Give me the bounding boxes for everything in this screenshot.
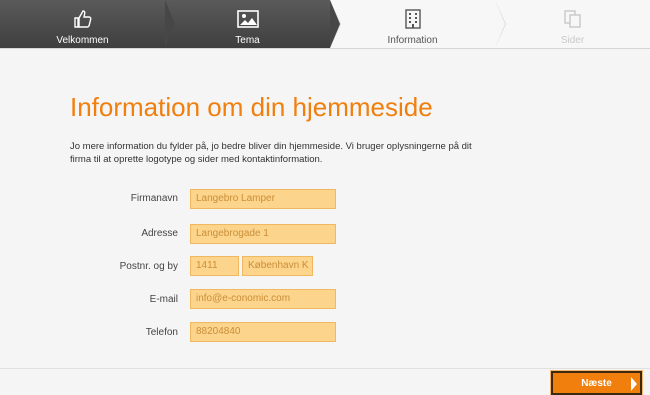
step-separator [495,0,505,48]
company-field[interactable]: Langebro Lamper [190,189,336,209]
image-icon [236,8,259,30]
step-label: Information [387,35,438,46]
arrow-right-icon [631,377,637,391]
step-sider[interactable]: Sider [495,0,650,48]
thumbs-up-icon [72,8,94,30]
address-field[interactable]: Langebrogade 1 [190,224,336,244]
step-label: Tema [235,35,260,46]
building-icon [402,8,424,30]
pages-icon [562,8,584,30]
phone-field[interactable]: 88204840 [190,322,336,342]
address-label: Adresse [141,228,178,239]
step-velkommen[interactable]: Velkommen [0,0,175,48]
step-separator [330,0,340,48]
next-button[interactable]: Næste [550,370,643,395]
city-field[interactable]: København K [242,256,313,276]
footer-divider [0,368,650,369]
email-label: E-mail [149,294,178,305]
email-field[interactable]: info@e-conomic.com [190,289,336,309]
next-button-label: Næste [581,377,612,389]
postal-label: Postnr. og by [119,261,178,272]
step-tema[interactable]: Tema [165,0,341,48]
step-label: Sider [560,35,585,46]
intro-text: Jo mere information du fylder på, jo bed… [70,141,472,165]
page-title: Information om din hjemmeside [70,92,433,122]
wizard-steps: Velkommen Tema Information Sider [0,0,650,48]
step-information[interactable]: Information [330,0,506,48]
step-separator [165,0,175,48]
steps-divider [0,48,650,49]
postal-code-field[interactable]: 1411 [190,256,239,276]
phone-label: Telefon [145,327,178,338]
step-label: Velkommen [56,35,109,46]
company-label: Firmanavn [130,193,178,204]
